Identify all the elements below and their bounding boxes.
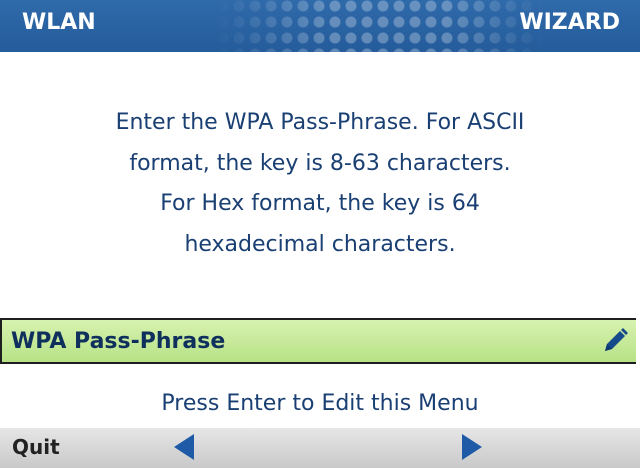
title-bar: WLAN WIZARD (0, 0, 640, 52)
menu-item-wpa-pass-phrase[interactable]: WPA Pass-Phrase (0, 318, 636, 364)
softkey-bar: Quit (0, 428, 640, 468)
left-arrow-icon[interactable] (170, 432, 200, 462)
edit-hint-text: Press Enter to Edit this Menu (161, 391, 479, 416)
instruction-text: Enter the WPA Pass-Phrase. For ASCII for… (20, 103, 620, 265)
instruction-line: hexadecimal characters. (184, 231, 456, 257)
header-dot-pattern (215, 0, 545, 52)
right-arrow-icon[interactable] (456, 432, 486, 462)
instruction-line: For Hex format, the key is 64 (160, 191, 480, 216)
quit-button[interactable]: Quit (12, 435, 60, 459)
header-title-left: WLAN (22, 10, 96, 35)
header-title-right: WIZARD (519, 10, 620, 35)
menu-item-label: WPA Pass-Phrase (11, 329, 226, 354)
instruction-line: format, the key is 8-63 characters. (129, 150, 511, 176)
instruction-line: Enter the WPA Pass-Phrase. For ASCII (115, 110, 525, 135)
pencil-icon[interactable] (599, 325, 631, 357)
